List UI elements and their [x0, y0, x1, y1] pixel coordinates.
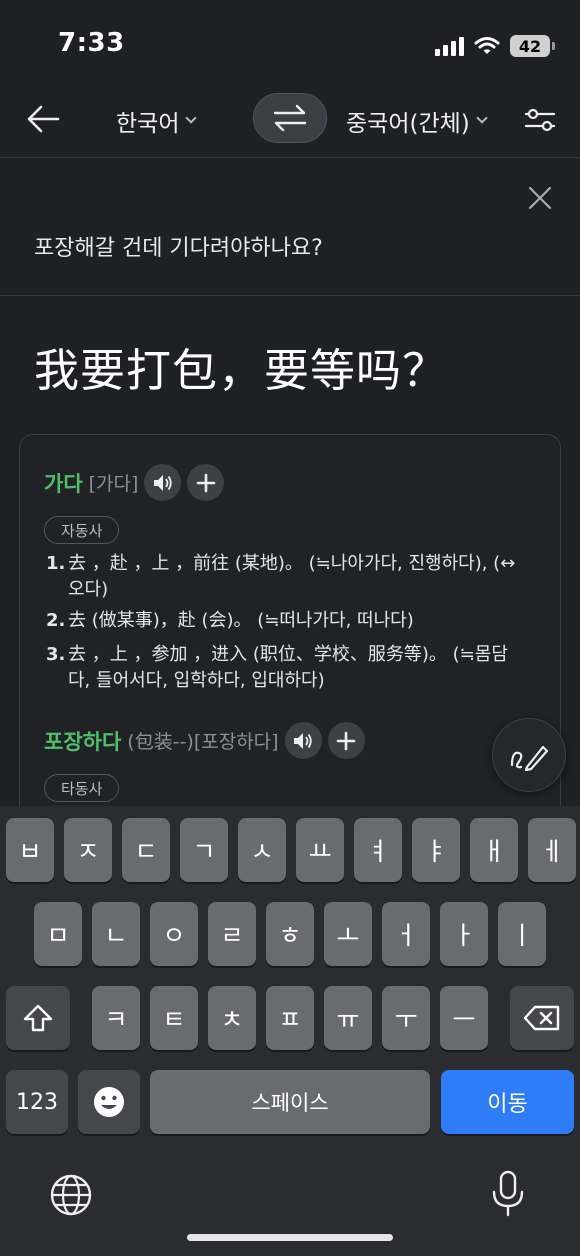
- key[interactable]: ㅔ: [528, 818, 576, 882]
- key[interactable]: ㄹ: [208, 902, 256, 966]
- target-language-label: 중국어(간체): [346, 111, 470, 137]
- speaker-icon: [153, 474, 172, 491]
- sliders-icon: [524, 108, 556, 132]
- key[interactable]: ㅋ: [92, 986, 140, 1050]
- space-key[interactable]: 스페이스: [150, 1070, 430, 1134]
- key[interactable]: ㅓ: [382, 902, 430, 966]
- key[interactable]: ㄴ: [92, 902, 140, 966]
- backspace-key[interactable]: [510, 986, 574, 1050]
- wifi-icon: [474, 37, 500, 54]
- definition-number: 1.: [46, 553, 66, 574]
- source-section: 포장해갈 건데 기다려야하나요?: [0, 158, 580, 296]
- target-language-selector[interactable]: 중국어(간체): [346, 104, 488, 138]
- definition-item: 1. 去 ，赴 ，上 ，前往 (某地)。 (≒나아가다, 진행하다), (↔오다…: [46, 551, 526, 603]
- battery-level: 42: [518, 36, 542, 56]
- settings-button[interactable]: [522, 102, 558, 138]
- part-of-speech-tag: 타동사: [44, 774, 120, 802]
- source-text[interactable]: 포장해갈 건데 기다려야하나요?: [34, 230, 323, 262]
- status-time: 7:33: [58, 28, 125, 58]
- dictionary-card: 가다 [가다] 자동사 1. 去 ，赴 ，上 ，前往 (某地)。 (≒나아가다,…: [19, 434, 561, 854]
- entry-pronunciation: (包装--)[포장하다]: [127, 731, 279, 753]
- source-language-label: 한국어: [116, 111, 180, 137]
- globe-button[interactable]: [49, 1173, 93, 1217]
- numbers-key[interactable]: 123: [6, 1070, 68, 1134]
- key[interactable]: ㅡ: [440, 986, 488, 1050]
- swap-languages-button[interactable]: [253, 93, 327, 143]
- chevron-down-icon: [185, 112, 198, 124]
- close-icon: [528, 186, 552, 210]
- key[interactable]: ㅠ: [324, 986, 372, 1050]
- add-word-button[interactable]: [327, 722, 365, 759]
- key[interactable]: ㅂ: [6, 818, 54, 882]
- dictionary-entry-head: 가다 [가다]: [44, 464, 225, 501]
- definition-item: 3. 去 ，上 ，参加 ，进入 (职位、学校、服务等)。 (≒몸담다, 들어서다…: [46, 642, 526, 694]
- definition-text: 去 ，赴 ，上 ，前往 (某地)。 (≒나아가다, 진행하다), (↔오다): [68, 553, 516, 600]
- shift-key[interactable]: [6, 986, 70, 1050]
- globe-icon: [50, 1174, 92, 1216]
- definition-number: 2.: [46, 610, 66, 631]
- status-bar: 7:33 42: [0, 0, 580, 90]
- app-header: 한국어 중국어(간체): [0, 80, 580, 158]
- key[interactable]: ㅎ: [266, 902, 314, 966]
- definition-number: 3.: [46, 644, 66, 665]
- shift-icon: [23, 1004, 53, 1032]
- clear-button[interactable]: [526, 184, 554, 212]
- entry-word: 가다: [44, 471, 83, 496]
- speaker-button[interactable]: [144, 464, 182, 501]
- handwriting-button[interactable]: [492, 718, 566, 792]
- keyboard: ㅂ ㅈ ㄷ ㄱ ㅅ ㅛ ㅕ ㅑ ㅐ ㅔ ㅁ ㄴ ㅇ ㄹ ㅎ ㅗ ㅓ ㅏ ㅣ ㅋ …: [0, 806, 580, 1256]
- battery-icon: 42: [510, 35, 555, 57]
- arrow-left-icon: [27, 105, 60, 133]
- key[interactable]: ㅣ: [498, 902, 546, 966]
- key[interactable]: ㅇ: [150, 902, 198, 966]
- definition-text: 去 ，上 ，参加 ，进入 (职位、学校、服务等)。 (≒몸담다, 들어서다, 입…: [68, 644, 508, 691]
- part-of-speech-tag: 자동사: [44, 516, 120, 544]
- signal-icon: [435, 36, 464, 56]
- dictation-button[interactable]: [490, 1170, 526, 1218]
- speaker-icon: [294, 732, 312, 749]
- key[interactable]: ㅍ: [266, 986, 314, 1050]
- key[interactable]: ㅈ: [64, 818, 112, 882]
- emoji-icon: [94, 1087, 124, 1117]
- backspace-icon: [523, 1005, 560, 1031]
- key[interactable]: ㄱ: [180, 818, 228, 882]
- translator-screen: 7:33 42 한국어 중국어(간체) 포장해갈 건데 기다려야하나요? 我要打…: [0, 0, 580, 1256]
- key[interactable]: ㅐ: [470, 818, 518, 882]
- handwriting-pen-icon: [510, 745, 549, 772]
- go-key[interactable]: 이동: [441, 1070, 574, 1134]
- add-word-button[interactable]: [187, 464, 225, 501]
- source-language-selector[interactable]: 한국어: [116, 104, 198, 138]
- plus-icon: [196, 473, 216, 492]
- key[interactable]: ㅛ: [296, 818, 344, 882]
- dictionary-entry-head: 포장하다 (包装--)[포장하다]: [44, 722, 365, 759]
- key[interactable]: ㅕ: [354, 818, 402, 882]
- entry-word: 포장하다: [44, 729, 122, 754]
- entry-pronunciation: [가다]: [88, 473, 139, 495]
- key[interactable]: ㅁ: [34, 902, 82, 966]
- swap-arrows-icon: [273, 104, 307, 132]
- key[interactable]: ㅏ: [440, 902, 488, 966]
- key[interactable]: ㅑ: [412, 818, 460, 882]
- key[interactable]: ㅜ: [382, 986, 430, 1050]
- microphone-icon: [492, 1170, 524, 1217]
- back-button[interactable]: [22, 98, 64, 140]
- plus-icon: [336, 731, 356, 750]
- key[interactable]: ㅊ: [208, 986, 256, 1050]
- status-icons: 42: [435, 32, 555, 60]
- key[interactable]: ㅌ: [150, 986, 198, 1050]
- speaker-button[interactable]: [284, 722, 322, 759]
- emoji-key[interactable]: [78, 1070, 140, 1134]
- definition-item: 2. 去 (做某事)，赴 (会)。 (≒떠나가다, 떠나다): [46, 608, 526, 634]
- chevron-down-icon: [476, 112, 488, 124]
- key[interactable]: ㅗ: [324, 902, 372, 966]
- definition-text: 去 (做某事)，赴 (会)。 (≒떠나가다, 떠나다): [68, 610, 414, 631]
- key[interactable]: ㅅ: [238, 818, 286, 882]
- key[interactable]: ㄷ: [122, 818, 170, 882]
- translation-text: 我要打包，要等吗？: [34, 344, 449, 397]
- home-indicator: [187, 1234, 393, 1241]
